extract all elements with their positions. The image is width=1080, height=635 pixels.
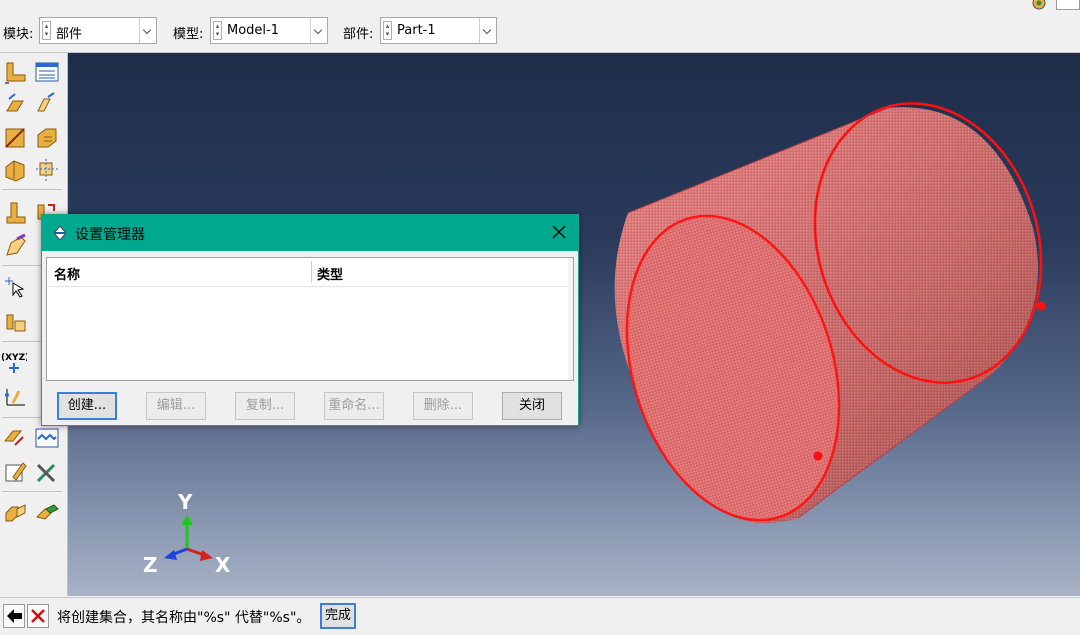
edit-button[interactable]: 编辑... — [146, 392, 206, 420]
column-name-header[interactable]: 名称 — [54, 264, 80, 283]
abaqus-logo-icon — [53, 225, 67, 241]
svg-text:(XYZ): (XYZ) — [1, 353, 27, 363]
coordinate-xyz-icon[interactable]: (XYZ) — [1, 349, 29, 375]
dialog-title: 设置管理器 — [75, 227, 145, 243]
spin-icon[interactable]: ▴ ▾ — [42, 21, 51, 40]
cancel-x-icon — [31, 609, 45, 623]
chevron-down-icon[interactable] — [479, 18, 496, 43]
triad-y-label: Y — [178, 490, 193, 514]
cancel-button[interactable] — [27, 604, 49, 628]
create-reference-point-icon[interactable] — [3, 309, 29, 335]
chevron-down-icon[interactable] — [310, 18, 327, 43]
done-button[interactable]: 完成 — [320, 603, 356, 629]
model-combo[interactable]: ▴ ▾ Model-1 — [210, 17, 328, 44]
part-label: 部件: — [343, 27, 374, 42]
create-datum-axis-icon[interactable] — [3, 383, 29, 409]
close-button[interactable]: 关闭 — [502, 392, 562, 420]
create-wire-icon[interactable] — [3, 125, 29, 151]
part-combo[interactable]: ▴ ▾ Part-1 — [380, 17, 497, 44]
create-partition-icon[interactable] — [3, 199, 29, 225]
delete-button[interactable]: 删除... — [413, 392, 473, 420]
triad-z-label: Z — [143, 553, 158, 577]
list-scrollbar[interactable] — [568, 258, 573, 380]
model-value: Model-1 — [227, 23, 279, 38]
dialog-titlebar[interactable]: 设置管理器 — [42, 215, 578, 251]
back-arrow-button[interactable] — [3, 604, 25, 628]
create-solid-extrude-icon[interactable] — [3, 91, 29, 117]
part-value: Part-1 — [397, 23, 436, 38]
create-virtual-topology-icon[interactable] — [34, 425, 60, 451]
toolbox-separator — [2, 491, 62, 492]
replace-part-icon[interactable] — [34, 499, 60, 525]
copy-button[interactable]: 复制... — [235, 392, 295, 420]
app-logo-icon — [1032, 0, 1046, 10]
create-datum-icon[interactable] — [34, 157, 60, 183]
create-part-icon[interactable] — [3, 59, 29, 85]
window-control[interactable] — [1056, 0, 1080, 10]
column-divider[interactable] — [311, 261, 312, 283]
edit-feature-icon[interactable] — [3, 459, 29, 485]
top-strip — [0, 0, 1080, 12]
part-manager-icon[interactable] — [34, 59, 60, 85]
tools-icon[interactable] — [34, 459, 60, 485]
vertex-point[interactable] — [813, 451, 823, 461]
set-manager-dialog: 设置管理器 名称 类型 创建... 编辑... 复制... 重命名... 删除.… — [41, 214, 579, 426]
create-datum-plane-icon[interactable] — [3, 425, 29, 451]
prompt-area: 将创建集合，其名称由"%s" 代替"%s"。 完成 — [0, 597, 1080, 635]
set-list[interactable]: 名称 类型 — [46, 257, 574, 381]
spin-icon[interactable]: ▴ ▾ — [213, 21, 222, 40]
create-shell-icon[interactable] — [34, 91, 60, 117]
create-button[interactable]: 创建... — [57, 392, 117, 420]
model-label: 模型: — [173, 27, 204, 42]
toolbox-separator — [2, 189, 62, 190]
create-round-icon[interactable] — [3, 157, 29, 183]
triad-x-label: X — [215, 553, 231, 577]
module-value: 部件 — [56, 27, 83, 42]
create-set-icon[interactable] — [3, 233, 29, 259]
module-combo[interactable]: ▴ ▾ 部件 — [39, 17, 157, 44]
select-pointer-icon[interactable] — [3, 275, 29, 301]
column-type-header[interactable]: 类型 — [317, 264, 343, 283]
back-arrow-icon — [7, 609, 22, 623]
view-triad — [164, 515, 213, 561]
module-label: 模块: — [3, 27, 34, 42]
assembly-instance-icon[interactable] — [3, 499, 29, 525]
close-icon[interactable] — [548, 221, 570, 243]
create-cut-icon[interactable] — [34, 125, 60, 151]
context-bar: 模块: ▴ ▾ 部件 模型: ▴ ▾ Model-1 部件: ▴ ▾ Part-1 — [0, 12, 1080, 53]
rename-button[interactable]: 重命名... — [324, 392, 384, 420]
vertex-point[interactable] — [1036, 301, 1046, 311]
list-header: 名称 类型 — [47, 258, 573, 287]
chevron-down-icon[interactable] — [139, 18, 156, 43]
prompt-message: 将创建集合，其名称由"%s" 代替"%s"。 — [57, 610, 311, 626]
spin-icon[interactable]: ▴ ▾ — [383, 21, 392, 40]
